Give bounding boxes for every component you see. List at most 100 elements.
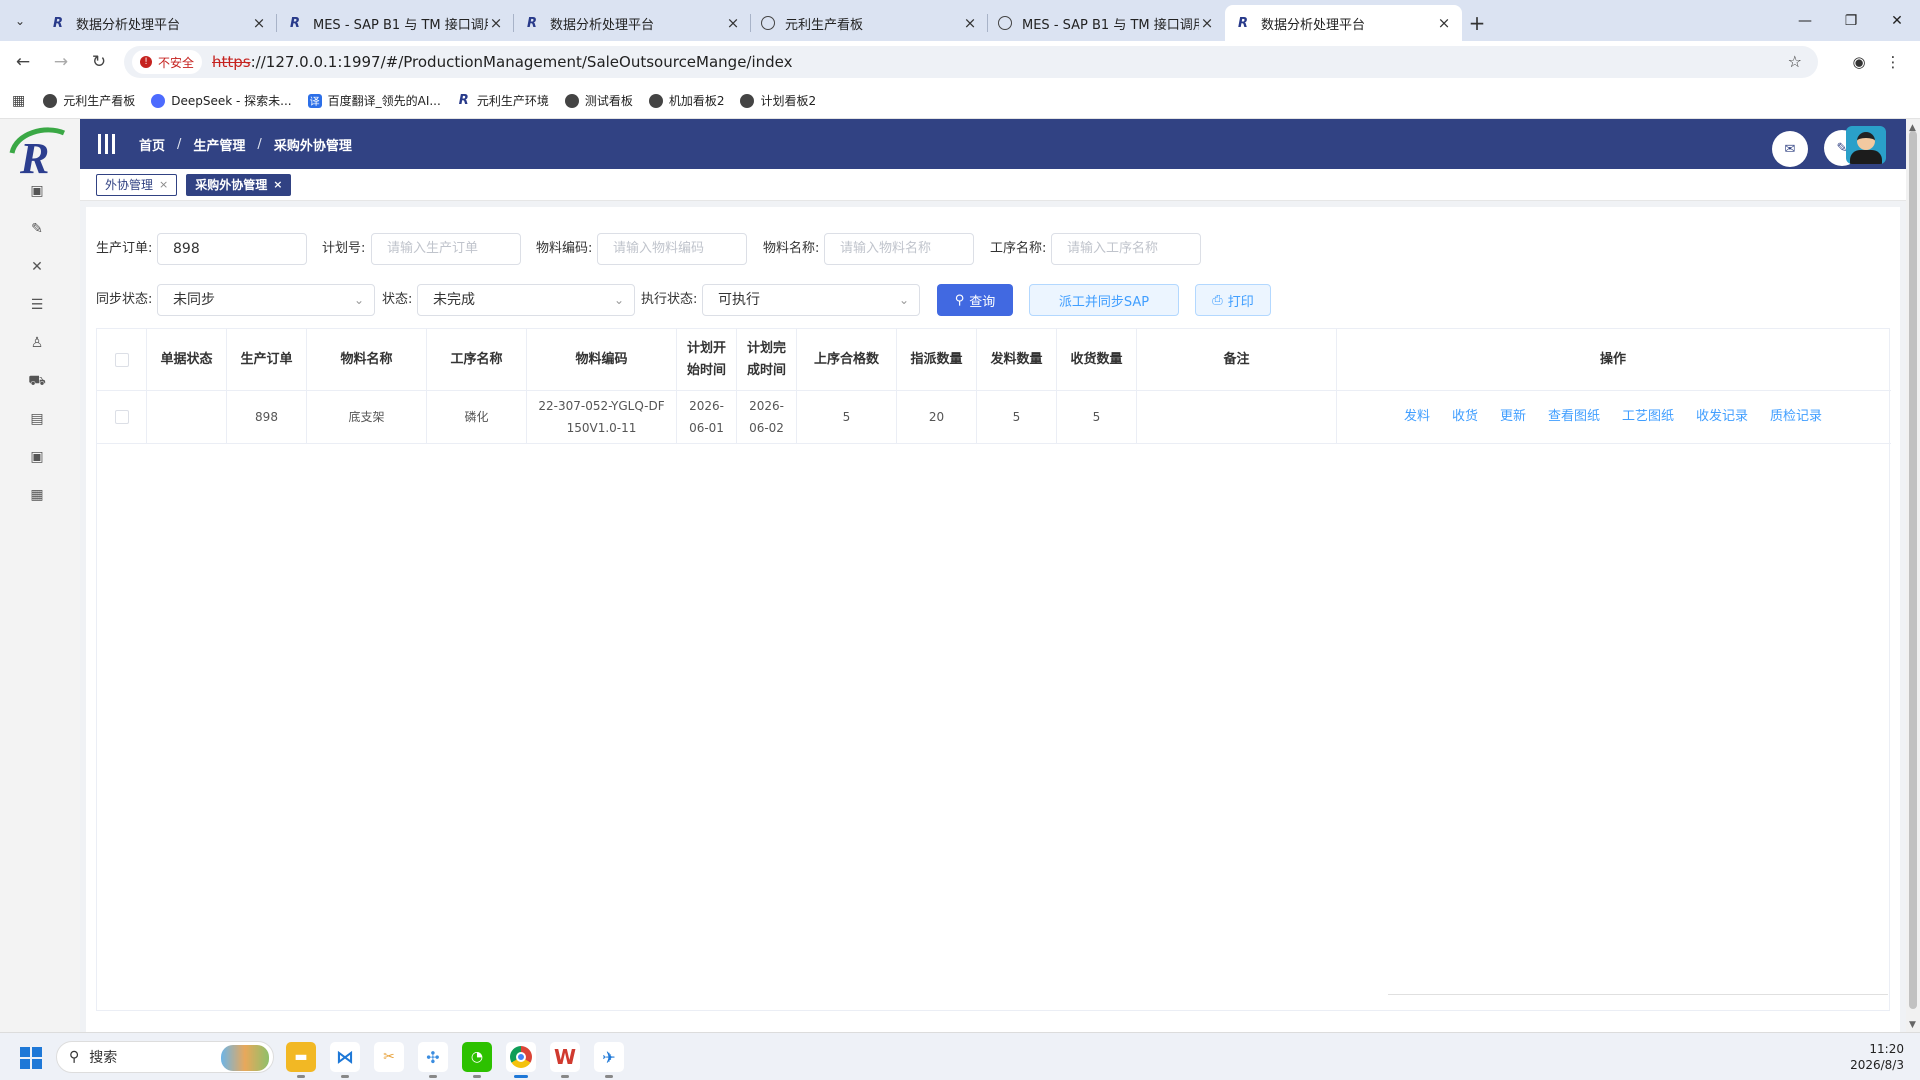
back-icon[interactable]: ←	[8, 47, 38, 77]
close-icon[interactable]: ×	[1436, 14, 1452, 32]
browser-tab[interactable]: MES - SAP B1 与 TM 接口调用 ×	[988, 5, 1225, 41]
bookmark-item[interactable]: 机加看板2	[648, 92, 724, 109]
bookmark-item[interactable]: 译百度翻译_领先的AI...	[307, 92, 441, 109]
column-header: 工序名称	[427, 329, 527, 390]
browser-tab[interactable]: R MES - SAP B1 与 TM 接口调用 ×	[277, 5, 514, 41]
status-select[interactable]: 未完成 ⌄	[417, 284, 635, 316]
process-drawing-link[interactable]: 工艺图纸	[1622, 406, 1674, 428]
material-code-input[interactable]: 请输入物料编码	[597, 233, 747, 265]
bookmark-item[interactable]: 元利生产看板	[43, 92, 135, 109]
update-link[interactable]: 更新	[1500, 406, 1526, 428]
tag-purchase-outsource[interactable]: 采购外协管理 ×	[186, 173, 292, 196]
snipping-tool-icon[interactable]: ✂	[374, 1042, 404, 1072]
receive-link[interactable]: 收货	[1452, 406, 1478, 428]
taskbar-search[interactable]: ⚲ 搜索	[56, 1041, 274, 1073]
clock-date: 2026/8/3	[1850, 1058, 1904, 1072]
browser-tab[interactable]: 元利生产看板 ×	[751, 5, 988, 41]
browser-tab[interactable]: R 数据分析处理平台 ×	[40, 5, 277, 41]
material-name-input[interactable]: 请输入物料名称	[824, 233, 974, 265]
calendar-icon[interactable]: ▦	[28, 487, 46, 503]
menu-toggle-icon[interactable]	[98, 134, 115, 154]
profile-icon[interactable]: ◉	[1842, 53, 1876, 71]
chevron-down-icon: ⌄	[14, 13, 26, 28]
inspection-record-link[interactable]: 质检记录	[1770, 406, 1822, 428]
breadcrumb-home[interactable]: 首页	[139, 135, 165, 154]
row-checkbox[interactable]	[114, 410, 129, 424]
breadcrumb-production[interactable]: 生产管理	[193, 135, 245, 154]
scrollbar-thumb[interactable]	[1909, 131, 1917, 1009]
taskbar-clock[interactable]: 11:20 2026/8/3	[1850, 1041, 1904, 1073]
issue-material-link[interactable]: 发料	[1404, 406, 1430, 428]
security-indicator[interactable]: ! 不安全	[132, 50, 203, 74]
dispatch-sync-sap-button[interactable]: 派工并同步SAP	[1029, 284, 1179, 316]
restore-icon[interactable]: ❐	[1828, 0, 1874, 41]
user-group-icon[interactable]: ♙	[28, 335, 46, 351]
tools-icon[interactable]: ✕	[28, 259, 46, 275]
query-button[interactable]: ⚲ 查询	[937, 284, 1013, 316]
select-all-checkbox[interactable]	[114, 352, 129, 367]
mail-icon[interactable]: ✉	[1772, 131, 1808, 167]
page-scrollbar[interactable]: ▲ ▼	[1906, 119, 1920, 1032]
scroll-down-icon[interactable]: ▼	[1909, 1020, 1916, 1030]
close-icon[interactable]: ×	[251, 14, 267, 32]
tag-label: 采购外协管理	[195, 178, 268, 192]
production-order-input[interactable]: 898	[157, 233, 307, 265]
transfer-record-link[interactable]: 收发记录	[1696, 406, 1748, 428]
cell-assigned: 20	[897, 391, 977, 443]
exec-status-select[interactable]: 可执行 ⌄	[702, 284, 920, 316]
clipboard-icon[interactable]: ▤	[28, 411, 46, 427]
app-pinwheel-icon[interactable]: ✣	[418, 1042, 448, 1078]
file-explorer-icon[interactable]: ▬	[286, 1042, 316, 1078]
forward-icon[interactable]: →	[46, 47, 76, 77]
view-drawing-link[interactable]: 查看图纸	[1548, 406, 1600, 428]
bookmark-item[interactable]: DeepSeek - 探索未...	[151, 92, 292, 109]
vscode-icon[interactable]: ⋈	[330, 1042, 360, 1078]
url-field[interactable]: ! 不安全 https://127.0.0.1:1997/#/Production…	[124, 46, 1818, 78]
chevron-down-icon: ⌄	[898, 293, 909, 307]
apps-grid-icon[interactable]: ▦	[12, 93, 25, 109]
reload-icon[interactable]: ↻	[84, 47, 114, 77]
tab-search-button[interactable]: ⌄	[0, 0, 40, 41]
column-header: 收货数量	[1057, 329, 1137, 390]
plan-no-input[interactable]: 请输入生产订单	[371, 233, 521, 265]
browser-tab-active[interactable]: R 数据分析处理平台 ×	[1225, 5, 1462, 41]
close-window-icon[interactable]: ✕	[1874, 0, 1920, 41]
browser-tab-title: 元利生产看板	[785, 17, 864, 33]
wps-icon[interactable]: W	[550, 1042, 580, 1078]
sync-status-select[interactable]: 未同步 ⌄	[157, 284, 375, 316]
document-edit-icon[interactable]: ✎	[28, 221, 46, 237]
close-icon[interactable]: ×	[488, 14, 504, 32]
cell-plan-start: 2026-06-01	[677, 391, 737, 443]
print-button[interactable]: ⎙ 打印	[1195, 284, 1271, 316]
monitor-icon[interactable]: ▣	[28, 183, 46, 199]
windows-start-icon[interactable]	[20, 1047, 42, 1069]
bookmark-label: DeepSeek - 探索未...	[171, 94, 292, 108]
close-icon[interactable]: ×	[725, 14, 741, 32]
screen-icon[interactable]: ▣	[28, 449, 46, 465]
more-menu-icon[interactable]: ⋮	[1876, 53, 1910, 71]
new-tab-button[interactable]: +	[1462, 5, 1492, 41]
avatar[interactable]	[1846, 126, 1886, 164]
close-icon[interactable]: ×	[159, 178, 168, 191]
table-horizontal-scrollbar[interactable]	[1388, 994, 1888, 995]
wechat-icon[interactable]: ◔	[462, 1042, 492, 1078]
process-name-input[interactable]: 请输入工序名称	[1051, 233, 1201, 265]
dingtalk-icon[interactable]: ✈	[594, 1042, 624, 1078]
bookmark-item[interactable]: 计划看板2	[740, 92, 816, 109]
column-header: 物料编码	[527, 329, 677, 390]
table-row: 898 底支架 磷化 22-307-052-YGLQ-DF150V1.0-11 …	[97, 391, 1891, 444]
minimize-icon[interactable]: —	[1782, 0, 1828, 41]
truck-icon[interactable]: ⛟	[28, 373, 46, 389]
report-icon[interactable]: ☰	[28, 297, 46, 313]
chrome-icon[interactable]	[506, 1042, 536, 1078]
globe-icon	[740, 93, 755, 108]
browser-tab[interactable]: R 数据分析处理平台 ×	[514, 5, 751, 41]
close-icon[interactable]: ×	[962, 14, 978, 32]
chevron-down-icon: ⌄	[353, 293, 364, 307]
bookmark-item[interactable]: R 元利生产环境	[457, 92, 549, 109]
close-icon[interactable]: ×	[1199, 14, 1215, 32]
bookmark-star-icon[interactable]: ☆	[1788, 52, 1802, 71]
close-icon[interactable]: ×	[273, 178, 282, 191]
bookmark-item[interactable]: 测试看板	[564, 92, 633, 109]
tag-outsource-manage[interactable]: 外协管理 ×	[96, 173, 178, 196]
